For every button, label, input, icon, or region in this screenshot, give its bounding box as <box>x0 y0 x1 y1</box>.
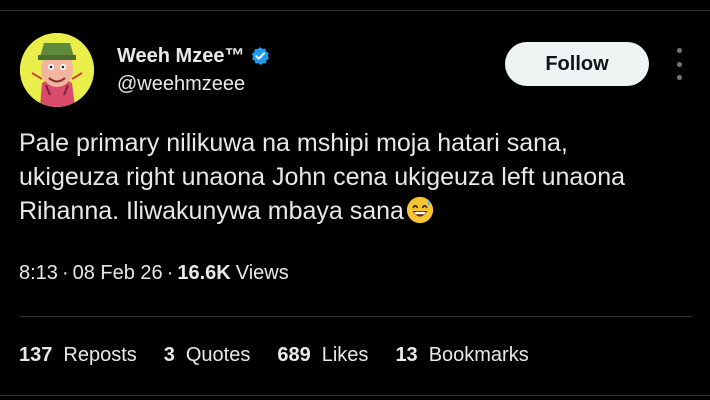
avatar[interactable] <box>20 33 94 107</box>
quotes-label: Quotes <box>185 344 251 366</box>
reposts-label: Reposts <box>63 344 137 366</box>
bookmarks-count: 13 <box>395 344 418 366</box>
tweet-line-with-emoji: Rihanna. Iliwakunywa mbaya sana <box>19 194 699 228</box>
tweet-time[interactable]: 8:13 <box>19 262 58 285</box>
likes-count: 689 <box>277 344 311 366</box>
tweet-line: Pale primary nilikuwa na mshipi moja hat… <box>19 129 568 157</box>
tweet-date[interactable]: 08 Feb 26 <box>73 262 163 285</box>
author-handle[interactable]: @weehmzeee <box>117 73 245 96</box>
reposts-stat[interactable]: 137 Reposts <box>19 344 137 367</box>
more-dot <box>676 75 682 80</box>
views-label: Views <box>235 262 289 284</box>
author-display-name[interactable]: Weeh Mzee™ <box>117 45 244 68</box>
bookmarks-label: Bookmarks <box>428 344 529 366</box>
engagement-stats: 137 Reposts 3 Quotes 689 Likes 13 Bookma… <box>19 344 556 367</box>
more-vertical-icon[interactable] <box>668 48 690 80</box>
more-dot <box>676 48 682 53</box>
more-dot <box>676 61 682 67</box>
separator-dot: · <box>166 262 174 284</box>
follow-button[interactable]: Follow <box>505 42 649 86</box>
tweet-line: ukigeuza right unaona John cena ukigeuza… <box>19 163 626 191</box>
bottom-divider <box>0 395 710 396</box>
tweet-meta: 8:13 · 08 Feb 26 · 16.6K Views <box>19 262 289 285</box>
cartoon-avatar-icon <box>20 33 94 107</box>
grinning-sweat-emoji-icon <box>406 196 434 224</box>
likes-stat[interactable]: 689 Likes <box>277 344 368 367</box>
separator-dot: · <box>61 262 69 284</box>
stats-divider <box>19 316 693 317</box>
likes-label: Likes <box>321 344 369 366</box>
tweet-text: Pale primary nilikuwa na mshipi moja hat… <box>19 126 699 228</box>
views-count: 16.6K <box>177 262 231 284</box>
author-name-row[interactable]: Weeh Mzee™ <box>117 43 270 69</box>
top-divider <box>0 10 710 11</box>
quotes-count: 3 <box>163 344 175 366</box>
verified-badge-icon <box>252 47 270 66</box>
reposts-count: 137 <box>19 344 53 366</box>
quotes-stat[interactable]: 3 Quotes <box>164 344 251 367</box>
bookmarks-stat[interactable]: 13 Bookmarks <box>395 344 528 367</box>
tweet-line: Rihanna. Iliwakunywa mbaya sana <box>19 197 404 225</box>
